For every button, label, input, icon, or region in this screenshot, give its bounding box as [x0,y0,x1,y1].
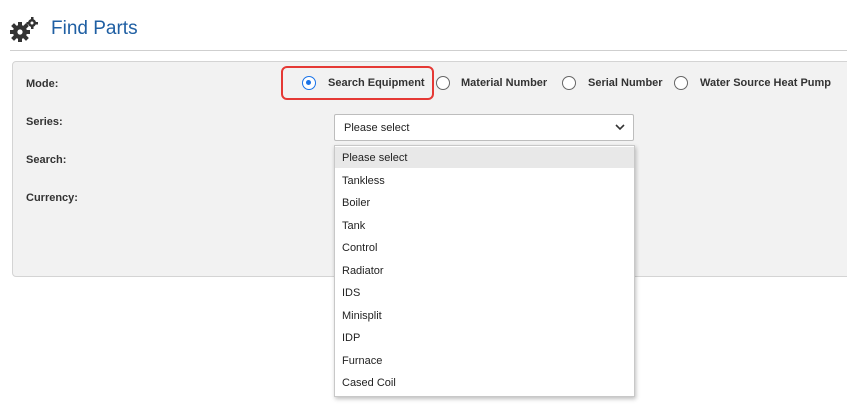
page-title: Find Parts [51,18,138,39]
option-label: Boiler [342,197,371,209]
dropdown-option-boiler[interactable]: Boiler [335,192,634,213]
radio-label-serial-number[interactable]: Serial Number [588,77,663,89]
series-label: Series: [26,116,63,128]
option-label: Minisplit [342,309,382,322]
series-select-value: Please select [344,122,410,134]
dropdown-option-furnace[interactable]: Furnace [335,350,634,371]
currency-label: Currency: [26,192,78,204]
option-label: Tank [342,219,366,232]
option-label: IDS [342,287,361,299]
dropdown-option-cased-coil[interactable]: Cased Coil [335,372,634,393]
mode-label: Mode: [26,78,59,90]
dropdown-option-control[interactable]: Control [335,237,634,258]
dropdown-option-minisplit[interactable]: Minisplit [335,305,634,326]
option-label: Cased Coil [342,377,396,389]
dropdown-option-please-select[interactable]: Please select [335,147,634,168]
dropdown-option-idp[interactable]: IDP [335,327,634,348]
chevron-down-icon [615,124,625,131]
option-label: IDP [342,332,361,344]
radio-serial-number[interactable] [562,76,576,90]
dropdown-option-radiator[interactable]: Radiator [335,260,634,281]
gears-icon [10,17,38,42]
radio-material-number[interactable] [436,76,450,90]
option-label: Please select [342,152,408,164]
series-select[interactable]: Please select [334,114,634,141]
page-header: Find Parts [0,0,847,50]
option-label: Radiator [342,264,384,277]
series-dropdown-list: Please select Tankless Boiler Tank Contr… [334,145,635,397]
header-divider [10,50,847,51]
option-label: Tankless [342,174,385,187]
radio-label-water-source-heat-pump[interactable]: Water Source Heat Pump [700,77,831,89]
radio-water-source-heat-pump[interactable] [674,76,688,90]
highlight-box [281,66,434,100]
option-label: Control [342,242,378,254]
dropdown-option-ids[interactable]: IDS [335,282,634,303]
search-label: Search: [26,154,67,166]
dropdown-option-tankless[interactable]: Tankless [335,170,634,191]
dropdown-option-tank[interactable]: Tank [335,215,634,236]
option-label: Furnace [342,354,383,367]
radio-label-material-number[interactable]: Material Number [461,77,547,89]
